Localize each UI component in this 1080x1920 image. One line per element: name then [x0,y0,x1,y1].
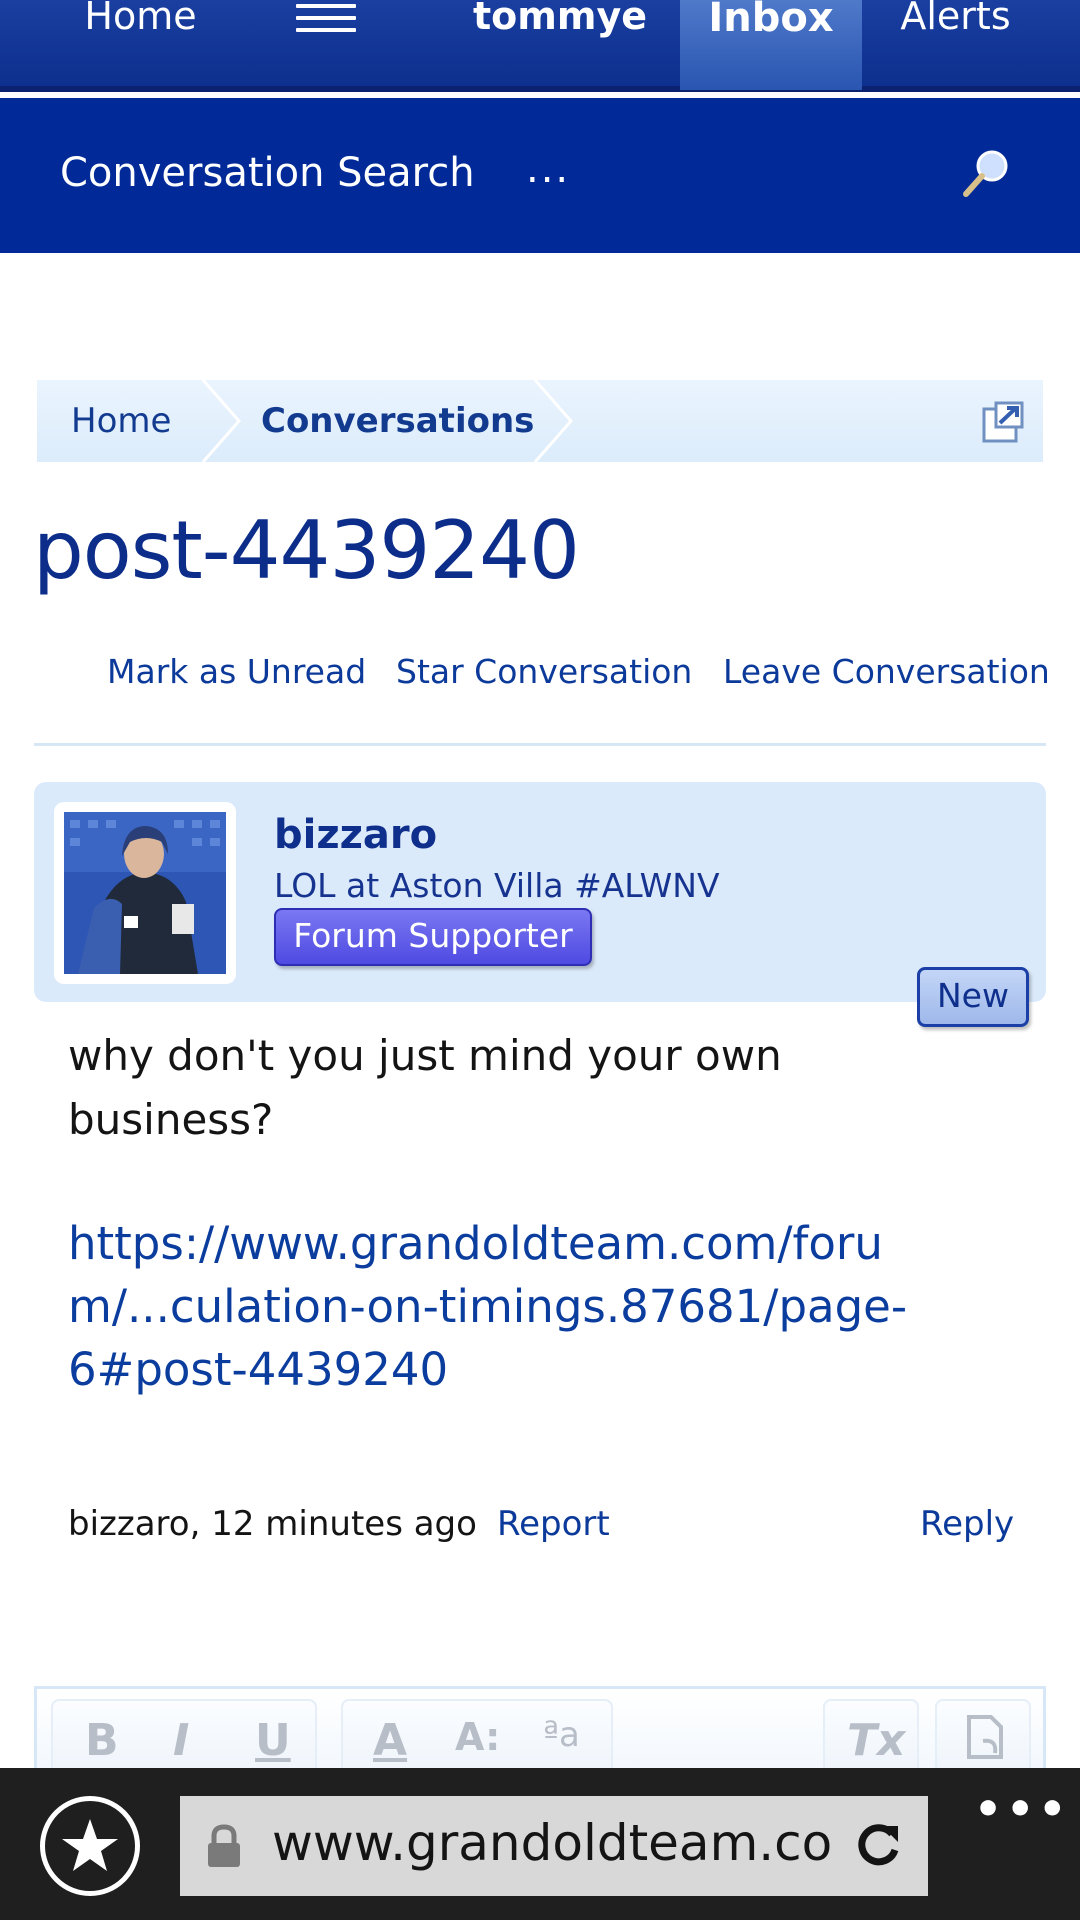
report-link[interactable]: Report [497,1504,610,1544]
forum-supporter-badge: Forum Supporter [274,908,592,966]
underline-button[interactable]: U [255,1715,291,1766]
top-navigation: Home tommye Inbox Alerts [0,0,1080,92]
username[interactable]: bizzaro [274,812,437,858]
conversation-search-link[interactable]: Conversation Search [60,150,475,196]
message-meta: bizzaro, 12 minutes ago [68,1504,477,1544]
breadcrumb-conversations[interactable]: Conversations [261,380,534,462]
paste-icon[interactable] [963,1713,1007,1772]
new-message-badge: New [917,967,1029,1027]
remove-format-button[interactable]: Tx [847,1715,905,1766]
browser-menu-icon[interactable]: ••• [974,1784,1070,1835]
star-conversation-link[interactable]: Star Conversation [396,652,692,691]
search-icon[interactable] [958,146,1014,202]
nav-inbox[interactable]: Inbox [680,0,862,90]
breadcrumb: Home Conversations [37,380,1043,462]
refresh-icon[interactable] [852,1820,904,1872]
bold-button[interactable]: B [85,1715,119,1766]
address-bar[interactable]: www.grandoldteam.com/ [180,1796,928,1896]
more-options[interactable]: ... [526,146,570,192]
nav-home[interactable]: Home [58,0,223,56]
page-title: post-4439240 [33,504,580,597]
message-user-info: bizzaro LOL at Aston Villa #ALWNV Forum … [34,782,1046,1002]
font-color-button[interactable]: A [373,1715,407,1766]
browser-bottom-bar: www.grandoldteam.com/ ••• [0,1768,1080,1920]
avatar[interactable] [54,802,236,984]
favorites-star-icon[interactable] [40,1796,140,1896]
leave-conversation-link[interactable]: Leave Conversation [723,652,1050,691]
font-size-button[interactable]: A: [455,1715,500,1759]
italic-button[interactable]: I [173,1715,189,1766]
url-text: www.grandoldteam.com/ [272,1814,832,1872]
conversation-subnav: Conversation Search ... [0,98,1080,253]
hamburger-menu-icon[interactable] [296,4,356,32]
message-footer: bizzaro, 12 minutes ago Report Reply [0,1504,1080,1548]
conversation-actions: Mark as Unread Star Conversation Leave C… [0,652,1080,696]
font-family-button[interactable]: ªa [543,1715,580,1755]
user-title: LOL at Aston Villa #ALWNV [274,866,720,905]
nav-user[interactable]: tommye [470,0,650,56]
mark-as-unread-link[interactable]: Mark as Unread [107,652,366,691]
reply-link[interactable]: Reply [920,1504,1014,1544]
lock-icon [206,1824,242,1868]
avatar-image [64,812,226,974]
breadcrumb-separator [201,380,241,462]
nav-alerts[interactable]: Alerts [878,0,1033,56]
message-link[interactable]: https://www.grandoldteam.com/forum/...cu… [68,1212,908,1401]
divider [34,743,1046,746]
breadcrumb-separator [533,380,573,462]
message-text: why don't you just mind your own busines… [68,1031,782,1144]
breadcrumb-home[interactable]: Home [71,380,171,462]
jump-to-icon[interactable] [981,400,1025,444]
